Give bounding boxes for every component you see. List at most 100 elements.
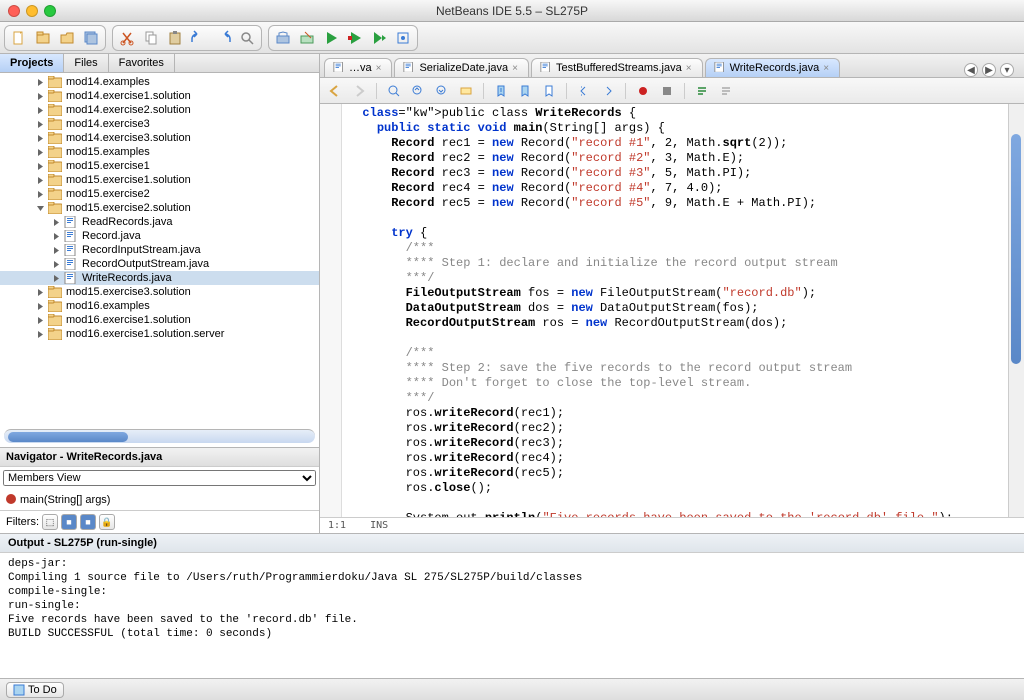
zoom-window-icon[interactable] (44, 5, 56, 17)
editor-tab[interactable]: WriteRecords.java× (705, 58, 841, 77)
editor-gutter[interactable] (320, 104, 342, 517)
tab-projects[interactable]: Projects (0, 54, 64, 72)
tree-java-file[interactable]: RecordOutputStream.java (0, 257, 319, 271)
editor-tab[interactable]: SerializeDate.java× (394, 58, 529, 77)
tab-list-icon[interactable]: ▾ (1000, 63, 1014, 77)
disclosure-triangle-icon[interactable] (36, 316, 45, 325)
new-file-icon[interactable] (9, 28, 29, 48)
tree-package[interactable]: mod16.exercise1.solution.server (0, 327, 319, 341)
filter-static-icon[interactable]: ■ (80, 514, 96, 530)
tree-package[interactable]: mod14.exercise1.solution (0, 89, 319, 103)
editor-vertical-scrollbar[interactable] (1008, 104, 1024, 517)
redo-icon[interactable] (213, 28, 233, 48)
todo-button[interactable]: To Do (6, 682, 64, 698)
output-console[interactable]: deps-jar: Compiling 1 source file to /Us… (0, 553, 1024, 678)
disclosure-triangle-icon[interactable] (36, 120, 45, 129)
output-title: Output - SL275P (run-single) (0, 534, 1024, 553)
find-selection-icon[interactable] (385, 82, 403, 100)
disclosure-triangle-icon[interactable] (52, 218, 61, 227)
run-icon[interactable] (321, 28, 341, 48)
disclosure-triangle-icon[interactable] (36, 302, 45, 311)
find-prev-icon[interactable] (409, 82, 427, 100)
open-project-icon[interactable] (57, 28, 77, 48)
tree-package[interactable]: mod14.exercise3 (0, 117, 319, 131)
search-icon[interactable] (237, 28, 257, 48)
tree-java-file[interactable]: WriteRecords.java (0, 271, 319, 285)
disclosure-triangle-icon[interactable] (36, 106, 45, 115)
build-icon[interactable] (273, 28, 293, 48)
close-tab-icon[interactable]: × (686, 63, 692, 74)
navigator-view-select[interactable]: Members View (3, 470, 316, 486)
tree-horizontal-scrollbar[interactable] (4, 429, 315, 443)
run-main-icon[interactable] (369, 28, 389, 48)
tree-java-file[interactable]: Record.java (0, 229, 319, 243)
tree-java-file[interactable]: RecordInputStream.java (0, 243, 319, 257)
nav-forward-icon[interactable] (350, 82, 368, 100)
close-window-icon[interactable] (8, 5, 20, 17)
uncomment-icon[interactable] (717, 82, 735, 100)
disclosure-triangle-icon[interactable] (36, 148, 45, 157)
debug-icon[interactable] (345, 28, 365, 48)
project-tree[interactable]: mod14.examplesmod14.exercise1.solutionmo… (0, 73, 319, 429)
disclosure-triangle-icon[interactable] (52, 274, 61, 283)
tab-back-icon[interactable]: ◀ (964, 63, 978, 77)
tree-package[interactable]: mod14.exercise3.solution (0, 131, 319, 145)
shift-right-icon[interactable] (599, 82, 617, 100)
filter-inherited-icon[interactable]: ⬚ (42, 514, 58, 530)
toggle-bookmark-icon[interactable] (540, 82, 558, 100)
comment-icon[interactable] (693, 82, 711, 100)
tab-files[interactable]: Files (64, 54, 108, 72)
tree-package[interactable]: mod15.examples (0, 145, 319, 159)
tree-package[interactable]: mod15.exercise2 (0, 187, 319, 201)
minimize-window-icon[interactable] (26, 5, 38, 17)
disclosure-triangle-icon[interactable] (36, 288, 45, 297)
next-bookmark-icon[interactable] (516, 82, 534, 100)
shift-left-icon[interactable] (575, 82, 593, 100)
nav-back-icon[interactable] (326, 82, 344, 100)
tree-package[interactable]: mod15.exercise2.solution (0, 201, 319, 215)
undo-icon[interactable] (189, 28, 209, 48)
close-tab-icon[interactable]: × (823, 63, 829, 74)
tree-package[interactable]: mod15.exercise3.solution (0, 285, 319, 299)
tab-forward-icon[interactable]: ▶ (982, 63, 996, 77)
disclosure-triangle-icon[interactable] (36, 134, 45, 143)
disclosure-triangle-icon[interactable] (52, 246, 61, 255)
editor-tab[interactable]: …va× (324, 58, 392, 77)
tree-package[interactable]: mod14.exercise2.solution (0, 103, 319, 117)
disclosure-triangle-icon[interactable] (36, 190, 45, 199)
new-project-icon[interactable] (33, 28, 53, 48)
disclosure-triangle-icon[interactable] (36, 162, 45, 171)
code-editor[interactable]: class="kw">public class WriteRecords { p… (342, 104, 1008, 517)
disclosure-triangle-icon[interactable] (36, 78, 45, 87)
copy-icon[interactable] (141, 28, 161, 48)
editor-tab[interactable]: TestBufferedStreams.java× (531, 58, 703, 77)
tree-java-file[interactable]: ReadRecords.java (0, 215, 319, 229)
filter-fields-icon[interactable]: ■ (61, 514, 77, 530)
disclosure-triangle-icon[interactable] (36, 176, 45, 185)
tree-package[interactable]: mod15.exercise1 (0, 159, 319, 173)
close-tab-icon[interactable]: × (512, 63, 518, 74)
disclosure-triangle-icon[interactable] (52, 260, 61, 269)
navigator-member[interactable]: main(String[] args) (0, 489, 319, 510)
paste-icon[interactable] (165, 28, 185, 48)
tree-package[interactable]: mod14.examples (0, 75, 319, 89)
toggle-highlight-icon[interactable] (457, 82, 475, 100)
macro-record-icon[interactable] (634, 82, 652, 100)
tree-package[interactable]: mod16.examples (0, 299, 319, 313)
macro-stop-icon[interactable] (658, 82, 676, 100)
disclosure-triangle-icon[interactable] (36, 204, 45, 213)
tree-package[interactable]: mod15.exercise1.solution (0, 173, 319, 187)
disclosure-triangle-icon[interactable] (36, 92, 45, 101)
tab-favorites[interactable]: Favorites (109, 54, 175, 72)
attach-debugger-icon[interactable] (393, 28, 413, 48)
prev-bookmark-icon[interactable] (492, 82, 510, 100)
tree-package[interactable]: mod16.exercise1.solution (0, 313, 319, 327)
close-tab-icon[interactable]: × (376, 63, 382, 74)
find-next-icon[interactable] (433, 82, 451, 100)
disclosure-triangle-icon[interactable] (52, 232, 61, 241)
cut-icon[interactable] (117, 28, 137, 48)
save-all-icon[interactable] (81, 28, 101, 48)
disclosure-triangle-icon[interactable] (36, 330, 45, 339)
filter-nonpublic-icon[interactable]: 🔒 (99, 514, 115, 530)
clean-build-icon[interactable] (297, 28, 317, 48)
